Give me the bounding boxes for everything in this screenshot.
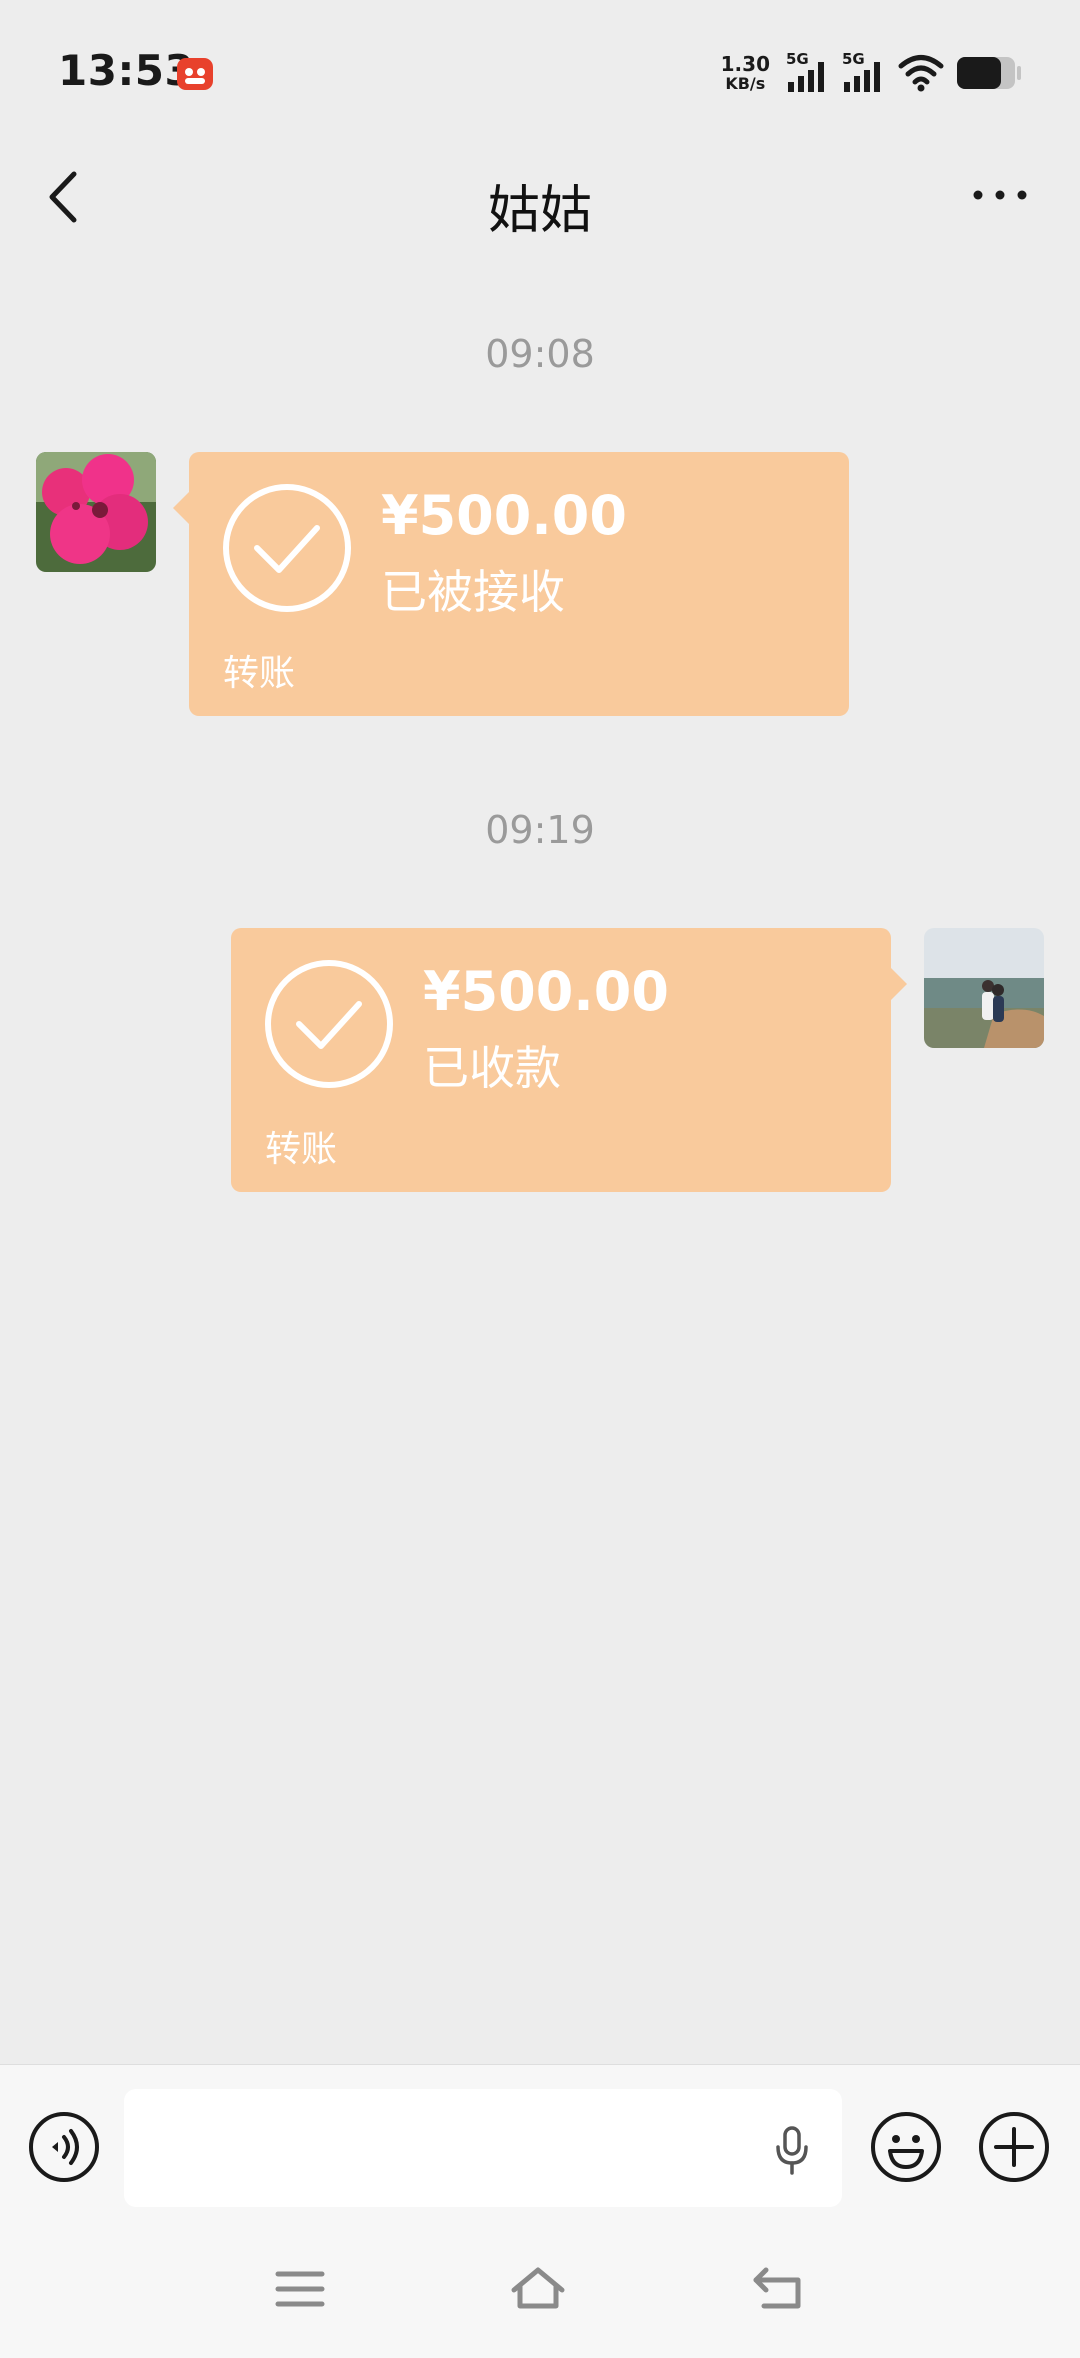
wifi-icon	[898, 55, 944, 92]
transfer-type-label: 转账	[265, 1129, 338, 1170]
more-icon[interactable]	[970, 180, 1030, 210]
signal-2-icon: 5G	[842, 52, 886, 94]
emoji-icon[interactable]	[870, 2111, 942, 2183]
back-nav-icon[interactable]	[748, 2262, 808, 2316]
transfer-type-label: 转账	[223, 653, 296, 694]
voice-icon[interactable]	[28, 2111, 100, 2183]
user-avatar[interactable]	[924, 928, 1044, 1048]
transfer-amount: ¥500.00	[423, 960, 669, 1023]
plus-icon[interactable]	[978, 2111, 1050, 2183]
system-nav-bar	[0, 2222, 1080, 2358]
mic-icon[interactable]	[772, 2125, 812, 2175]
transfer-amount: ¥500.00	[381, 484, 627, 547]
check-circle-icon	[223, 484, 351, 612]
network-speed: 1.30 KB/s	[720, 52, 770, 93]
message-timestamp: 09:08	[485, 332, 595, 376]
menu-icon[interactable]	[270, 2262, 330, 2316]
transfer-status: 已收款	[423, 1041, 561, 1095]
battery-icon	[957, 57, 1021, 89]
signal-1-icon: 5G	[786, 52, 830, 94]
message-timestamp: 09:19	[485, 808, 595, 852]
transfer-card-received[interactable]: ¥500.00 已被接收 转账	[173, 452, 849, 716]
contact-avatar[interactable]	[36, 452, 156, 572]
input-bar	[0, 2064, 1080, 2223]
chat-header: 姑姑	[0, 140, 1080, 260]
check-circle-icon	[265, 960, 393, 1088]
app-notification-icon	[177, 58, 213, 90]
chat-title: 姑姑	[487, 181, 592, 241]
status-bar: 13:53 1.30 KB/s 5G 5G	[0, 0, 1080, 140]
transfer-card-sent[interactable]: ¥500.00 已收款 转账	[231, 928, 907, 1192]
status-time: 13:53	[58, 46, 195, 95]
transfer-status: 已被接收	[381, 565, 565, 619]
message-input[interactable]	[124, 2089, 842, 2207]
home-icon[interactable]	[508, 2262, 568, 2316]
